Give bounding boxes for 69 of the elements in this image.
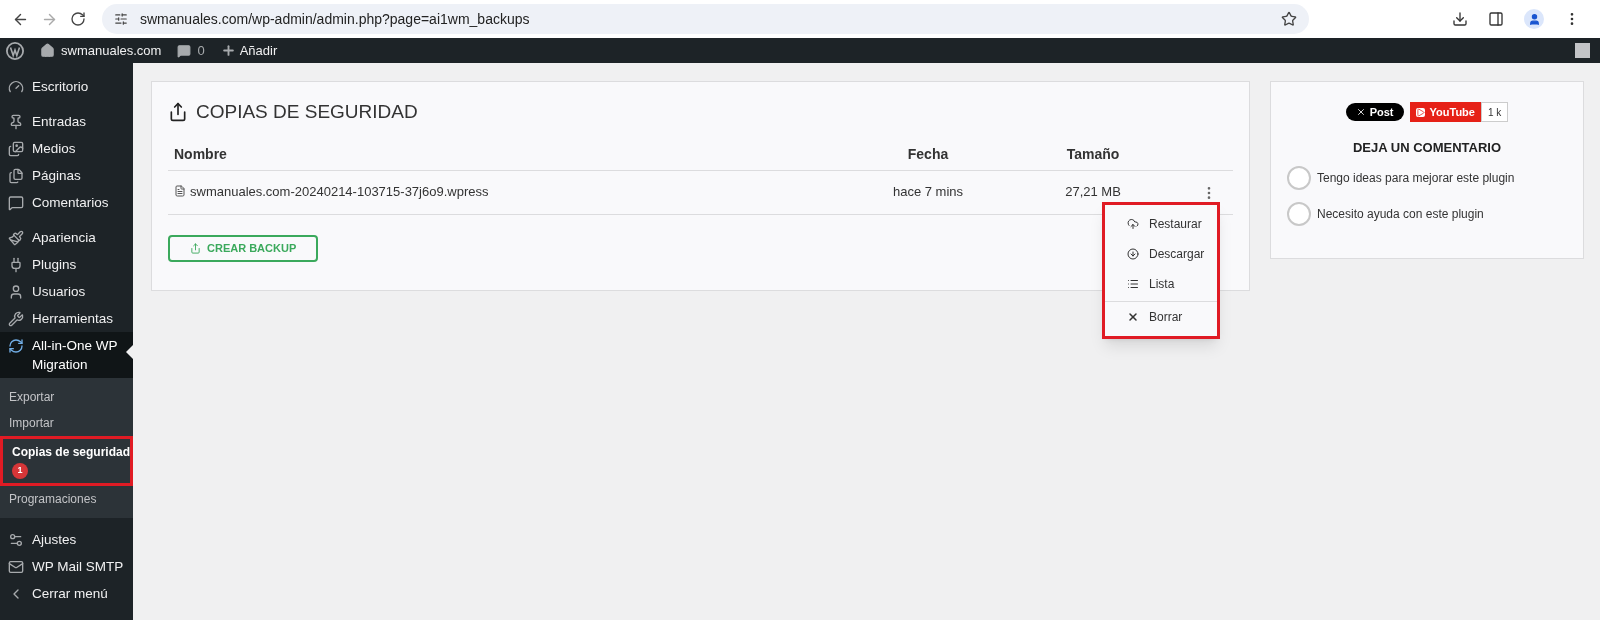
feedback-option[interactable]: Tengo ideas para mejorar este plugin	[1287, 165, 1567, 190]
subscriber-count: 1 k	[1480, 102, 1509, 122]
table-cell: hace 7 mins	[833, 170, 1023, 215]
column-header: Fecha	[833, 138, 1023, 170]
address-bar[interactable]: swmanuales.com/wp-admin/admin.php?page=ai1wm_backups	[102, 4, 1309, 34]
paintbrush-icon	[8, 230, 24, 246]
pages-icon	[8, 168, 24, 184]
profile-icon[interactable]	[1524, 9, 1544, 29]
menu-item[interactable]: Lista	[1105, 269, 1217, 299]
download-icon[interactable]	[1452, 11, 1468, 27]
sidebar-item[interactable]: Páginas	[0, 162, 133, 189]
play-icon	[1415, 107, 1425, 117]
sliders-icon	[8, 532, 24, 548]
download-circle-icon	[1127, 248, 1139, 260]
reload-icon[interactable]	[70, 11, 86, 27]
sidebar-item[interactable]: Herramientas	[0, 305, 133, 332]
sidebar-item[interactable]: Usuarios	[0, 278, 133, 305]
site-settings-icon[interactable]	[114, 12, 128, 26]
sidebar-item[interactable]: Medios	[0, 135, 133, 162]
user-icon	[8, 284, 24, 300]
column-header: Nombre	[168, 138, 833, 170]
list-icon	[1127, 278, 1139, 290]
file-icon	[174, 185, 186, 198]
count-badge: 1	[12, 463, 28, 479]
wordpress-logo-icon[interactable]	[6, 41, 24, 60]
submenu-item[interactable]: Programaciones	[0, 486, 133, 512]
site-link[interactable]: swmanuales.com	[40, 40, 162, 61]
close-icon	[1127, 311, 1139, 323]
menu-item[interactable]: Descargar	[1105, 239, 1217, 269]
radio-button[interactable]	[1287, 165, 1311, 190]
sidebar-item[interactable]: WP Mail SMTP	[0, 553, 133, 580]
table-cell: swmanuales.com-20240214-103715-37j6o9.wpress	[168, 170, 833, 215]
x-post-button[interactable]: Post	[1345, 103, 1404, 121]
circular-arrow-icon	[8, 338, 24, 354]
pin-icon	[8, 114, 24, 130]
submenu-item[interactable]: Importar	[0, 410, 133, 436]
gauge-icon	[8, 79, 24, 95]
page-title: COPIAS DE SEGURIDAD	[196, 100, 418, 124]
x-logo-icon	[1355, 107, 1366, 117]
envelope-icon	[8, 559, 24, 575]
radio-button[interactable]	[1287, 201, 1311, 226]
images-icon	[8, 141, 24, 157]
comments-link[interactable]: 0	[177, 40, 205, 61]
speech-bubble-icon	[177, 43, 192, 58]
sidebar-item[interactable]: Apariencia	[0, 224, 133, 251]
feedback-option[interactable]: Necesito ayuda con este plugin	[1287, 201, 1567, 226]
cloud-upload-icon	[1127, 218, 1139, 230]
plus-icon	[220, 43, 236, 58]
sidebar-item[interactable]: Plugins	[0, 251, 133, 278]
feedback-title: DEJA UN COMENTARIO	[1351, 139, 1503, 157]
sidebar-item[interactable]: Entradas	[0, 108, 133, 135]
sidebar-item[interactable]: All-in-One WP Migration	[0, 332, 133, 378]
submenu-item[interactable]: Exportar	[0, 384, 133, 410]
export-icon	[190, 242, 201, 254]
new-link[interactable]: Añadir	[220, 40, 278, 61]
submenu-item[interactable]: Copias de seguridad 1	[0, 436, 133, 486]
youtube-button[interactable]: YouTube	[1409, 102, 1481, 122]
sidebar-item[interactable]: Escritorio	[0, 73, 133, 100]
speech-bubble-icon	[8, 195, 24, 211]
sidebar-item[interactable]: Cerrar menú	[0, 580, 133, 607]
star-icon[interactable]	[1281, 11, 1297, 27]
plug-icon	[8, 257, 24, 273]
wrench-icon	[8, 311, 24, 327]
side-panel-icon[interactable]	[1488, 11, 1504, 27]
home-icon	[40, 43, 55, 58]
sidebar-item[interactable]: Comentarios	[0, 189, 133, 216]
export-icon	[168, 102, 188, 123]
column-header: Tamaño	[1023, 138, 1163, 170]
sidebar-item[interactable]: Ajustes	[0, 526, 133, 553]
